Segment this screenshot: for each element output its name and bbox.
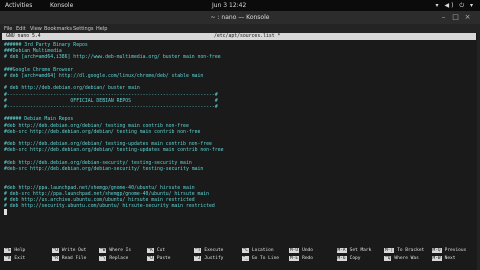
shortcut-cut[interactable]: ^K Cut [146, 248, 166, 254]
editor-line[interactable]: # deb [arch=amd64] http://dl.google.com/… [4, 74, 203, 80]
shortcut-exit[interactable]: ^X Exit [4, 256, 25, 262]
editor-line[interactable]: #---------------------------------------… [4, 93, 218, 99]
shortcut-paste[interactable]: ^U Paste [146, 256, 171, 262]
shortcut-label: Exit [14, 256, 26, 261]
shortcut-label: Location [251, 248, 274, 253]
shortcut-redo[interactable]: M-E Redo [289, 256, 313, 262]
window-titlebar: ~ : nano — Konsole – □ × [0, 11, 480, 24]
shortcut-label: Where Is [109, 248, 132, 253]
editor-line[interactable]: #deb http://ppa.launchpad.net/shemgp/gno… [4, 186, 195, 192]
editor-line[interactable]: #deb http://deb.debian.org/debian-securi… [4, 161, 192, 167]
shortcut-undo[interactable]: M-U Undo [289, 248, 313, 254]
editor-line[interactable]: #deb http://deb.debian.org/debian/ testi… [4, 124, 189, 130]
shortcut-key: M-6 [336, 256, 347, 261]
clock[interactable]: Jun 3 12:42 [212, 2, 246, 9]
menu-edit[interactable]: Edit [16, 26, 26, 32]
shortcut-set-mark[interactable]: M-A Set Mark [336, 248, 372, 254]
activities-button[interactable]: Activities [5, 2, 32, 9]
shortcut-copy[interactable]: M-6 Copy [336, 256, 361, 262]
shortcut-label: Execute [204, 248, 224, 253]
shortcut-label: Help [14, 248, 26, 253]
menu-bookmarks[interactable]: Bookmarks [44, 26, 72, 32]
shortcut-key: ^_ [241, 256, 249, 261]
shortcut-label: Set Mark [349, 248, 372, 253]
shortcut-key: M-] [384, 248, 395, 253]
editor-line[interactable]: # OFFICIAL DEBIAN REPOS # [4, 99, 218, 105]
shortcut-label: To Bracket [397, 248, 425, 253]
nano-shortcut-bar: ^G Help ^X Exit ^O Write Out ^R Read File ^W Wher… [0, 248, 480, 268]
menu-help[interactable]: Help [96, 26, 107, 32]
shortcut-where-is[interactable]: ^W Where Is [99, 248, 131, 254]
shortcut-write-out[interactable]: ^O Write Out [51, 248, 87, 254]
editor-line[interactable]: #deb-src http://deb.debian.org/debian/ t… [4, 148, 224, 154]
shortcut-key: ^O [51, 248, 59, 253]
terminal-area[interactable]: GNU nano 5.4 /etc/apt/sources.list * ###… [0, 33, 480, 270]
close-icon[interactable]: × [463, 13, 472, 22]
shortcut-help[interactable]: ^G Help [4, 248, 25, 254]
shortcut-execute[interactable]: ^T Execute [194, 248, 223, 254]
shortcut-to-bracket[interactable]: M-] To Bracket [384, 248, 424, 254]
shortcut-key: ^R [51, 256, 59, 261]
shortcut-label: Where Was [394, 256, 419, 261]
window-title: ~ : nano — Konsole [210, 14, 270, 21]
shortcut-location[interactable]: ^C Location [241, 248, 274, 254]
editor-line[interactable]: # deb http://deb.debian.org/debian/ bust… [4, 86, 140, 92]
shortcut-label: Cut [156, 248, 166, 253]
menu-view[interactable]: View [30, 26, 42, 32]
shortcut-key: M-Q [431, 248, 442, 253]
shortcut-go-to-line[interactable]: ^_ Go To Line [241, 256, 280, 262]
text-cursor [4, 209, 7, 215]
shortcut-key: M-E [289, 256, 300, 261]
editor-line[interactable]: # deb http://security.ubuntu.com/ubuntu/… [4, 204, 215, 210]
editor-line[interactable]: #deb-src http://deb.debian.org/debian-se… [4, 167, 203, 173]
maximize-icon[interactable]: □ [451, 13, 460, 22]
shortcut-label: Go To Line [251, 256, 280, 261]
shortcut-label: Previous [444, 248, 467, 253]
shortcut-key: ^K [146, 248, 154, 253]
shortcut-label: Write Out [61, 248, 87, 253]
minimize-icon[interactable]: – [439, 13, 448, 22]
shortcut-label: Undo [302, 248, 313, 253]
editor-line[interactable]: # deb-src http://ppa.launchpad.net/shemg… [4, 192, 209, 198]
editor-line[interactable]: #deb-src http://deb.debian.org/debian/ t… [4, 130, 200, 136]
shortcut-justify[interactable]: ^J Justify [194, 256, 223, 262]
shortcut-label: Read File [61, 256, 87, 261]
shortcut-where-was[interactable]: ^Q Where Was [384, 256, 419, 262]
shortcut-label: Next [444, 256, 456, 261]
shortcut-key: M-A [336, 248, 347, 253]
menu-file[interactable]: File [4, 26, 12, 32]
shortcut-previous[interactable]: M-Q Previous [431, 248, 467, 254]
shortcut-key: M-U [289, 248, 300, 253]
editor-line[interactable]: ###Google Chrome Browser [4, 68, 73, 74]
shortcut-key: ^C [241, 248, 249, 253]
shortcut-label: Copy [349, 256, 361, 261]
system-top-bar: Activities Konsole Jun 3 12:42 ▾ ◀) ⏻ ▾ [0, 0, 480, 11]
editor-line[interactable]: #---------------------------------------… [4, 105, 218, 111]
shortcut-replace[interactable]: ^\ Replace [99, 256, 128, 262]
shortcut-label: Paste [156, 256, 171, 261]
system-tray[interactable]: ▾ ◀) ⏻ ▾ [436, 2, 475, 10]
nano-filename: /etc/apt/sources.list * [214, 34, 281, 39]
shortcut-label: Redo [302, 256, 313, 261]
shortcut-key: ^U [146, 256, 154, 261]
menu-settings[interactable]: Settings [73, 26, 94, 32]
shortcut-label: Justify [204, 256, 224, 261]
nano-header: GNU nano 5.4 /etc/apt/sources.list * [2, 33, 476, 40]
shortcut-next[interactable]: M-W Next [431, 256, 456, 262]
app-menu[interactable]: Konsole [50, 2, 73, 9]
editor-line[interactable]: # deb [arch=amd64,i386] http://www.deb-m… [4, 55, 221, 61]
nano-version: GNU nano 5.4 [6, 34, 41, 39]
editor-line[interactable]: ###### Debian Main Repos [4, 117, 73, 123]
menu-bar: File Edit View Bookmarks Settings Help [0, 24, 480, 33]
shortcut-read-file[interactable]: ^R Read File [51, 256, 87, 262]
shortcut-key: M-W [431, 256, 442, 261]
shortcut-label: Replace [109, 256, 129, 261]
